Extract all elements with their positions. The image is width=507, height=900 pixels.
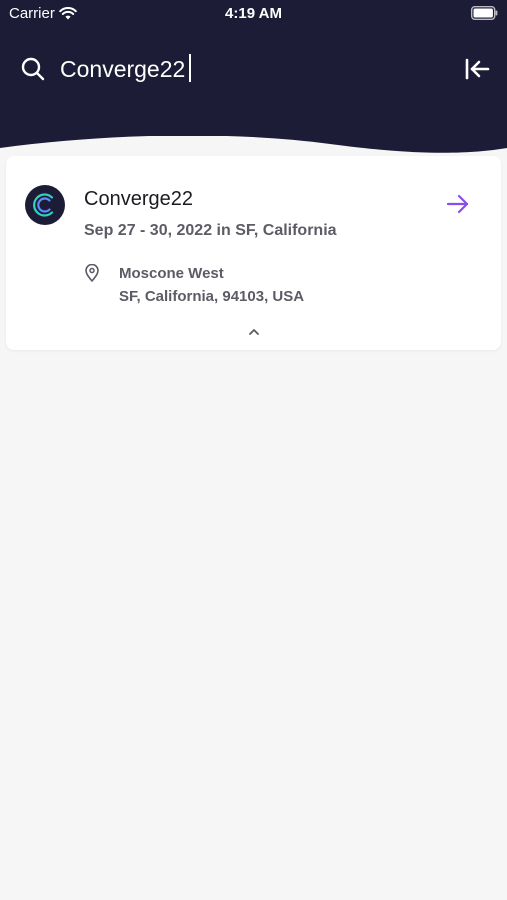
status-bar: Carrier 4:19 AM: [0, 0, 507, 28]
text-caret: [189, 54, 191, 82]
venue-address: SF, California, 94103, USA: [119, 288, 305, 305]
event-result-card[interactable]: Converge22 Sep 27 - 30, 2022 in SF, Cali…: [6, 156, 501, 350]
location-pin-icon: [85, 264, 99, 282]
event-title: Converge22: [84, 188, 193, 210]
chevron-up-icon[interactable]: [244, 324, 264, 338]
collapse-left-icon[interactable]: [462, 54, 492, 84]
search-icon: [21, 57, 45, 81]
event-dates: Sep 27 - 30, 2022 in SF, California: [84, 222, 337, 239]
event-logo: [25, 185, 65, 225]
status-time: 4:19 AM: [225, 5, 282, 22]
search-bar: [0, 48, 507, 90]
arrow-right-icon[interactable]: [444, 190, 472, 218]
header: Carrier 4:19 AM: [0, 0, 507, 170]
battery-icon: [471, 6, 498, 20]
search-input[interactable]: [60, 52, 440, 86]
venue-name: Moscone West: [119, 265, 224, 282]
